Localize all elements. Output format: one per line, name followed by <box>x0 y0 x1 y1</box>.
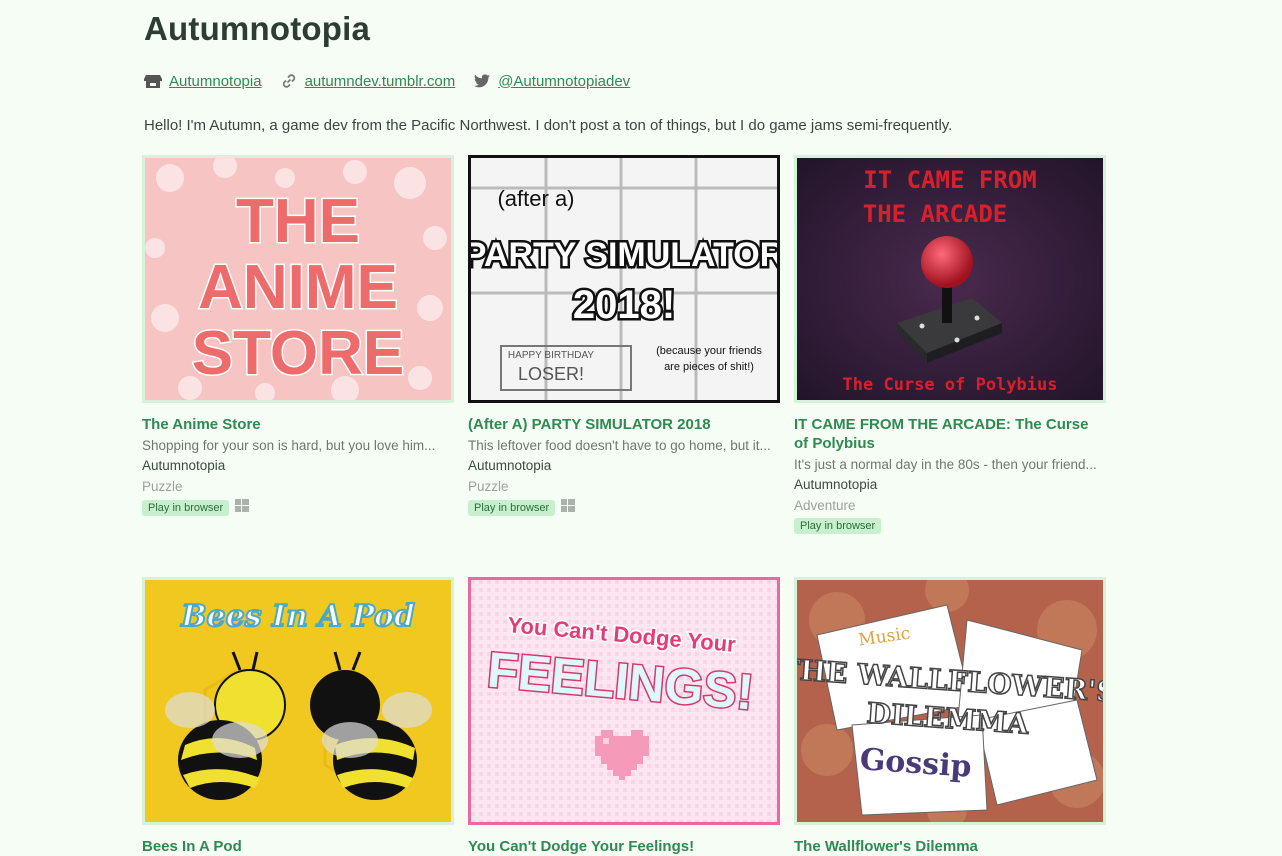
game-author[interactable]: Autumnotopia <box>794 477 1106 492</box>
wallflower-art: Music THE WALLFLOWER'S DILEMMA Gossip <box>797 580 1103 822</box>
game-card[interactable]: (after a) PARTY SIMULATOR 2018! HAPPY BI… <box>468 155 780 517</box>
twitter-icon <box>473 72 491 90</box>
profile-bio: Hello! I'm Autumn, a game dev from the P… <box>144 117 953 134</box>
game-title[interactable]: The Anime Store <box>142 415 454 434</box>
game-description: It's just a normal day in the 80s - then… <box>794 457 1097 472</box>
game-card[interactable]: You Can't Dodge Your FEELINGS! You Can't… <box>468 577 780 856</box>
game-card[interactable]: Music THE WALLFLOWER'S DILEMMA Gossip Th… <box>794 577 1106 856</box>
game-thumbnail[interactable]: Bees In A Pod <box>142 577 454 825</box>
game-title[interactable]: Bees In A Pod <box>142 837 454 856</box>
game-description: This leftover food doesn't have to go ho… <box>468 438 771 453</box>
game-title[interactable]: (After A) PARTY SIMULATOR 2018 <box>468 415 780 434</box>
game-thumbnail[interactable]: You Can't Dodge Your FEELINGS! <box>468 577 780 825</box>
art-text-line2: ANIME <box>198 253 398 322</box>
game-author[interactable]: Autumnotopia <box>142 458 454 473</box>
game-card[interactable]: Bees In A Pod Bees In A Pod <box>142 577 454 856</box>
art-text-line1: THE <box>236 187 360 256</box>
play-in-browser-badge: Play in browser <box>794 518 882 534</box>
platform-row: Play in browser <box>794 518 1106 534</box>
platform-row: Play in browser <box>142 499 454 517</box>
art-text-subtitle: (after a) <box>497 186 574 211</box>
feelings-art: You Can't Dodge Your FEELINGS! <box>471 580 777 822</box>
game-genre: Puzzle <box>142 479 183 494</box>
game-title[interactable]: You Can't Dodge Your Feelings! <box>468 837 780 856</box>
art-text-year: 2018! <box>573 283 675 327</box>
website-link-label[interactable]: autumndev.tumblr.com <box>305 73 456 90</box>
itchio-link-label[interactable]: Autumnotopia <box>169 73 262 90</box>
link-icon <box>280 72 298 90</box>
game-title[interactable]: IT CAME FROM THE ARCADE: The Curse of Po… <box>794 415 1106 453</box>
art-text-line3: The Curse of Polybius <box>843 375 1058 395</box>
art-text-note2: are pieces of shit!) <box>664 361 754 373</box>
twitter-link-label[interactable]: @Autumnotopiadev <box>498 73 630 90</box>
game-thumbnail[interactable]: THE ANIME STORE <box>142 155 454 403</box>
windows-icon <box>235 499 250 517</box>
game-card[interactable]: THE ANIME STORE The Anime Store Shopping… <box>142 155 454 517</box>
game-genre: Adventure <box>794 498 856 513</box>
game-thumbnail[interactable]: IT CAME FROM THE ARCADE The Curse of Pol… <box>794 155 1106 403</box>
anime-store-art: THE ANIME STORE <box>145 158 451 400</box>
itchio-link[interactable]: Autumnotopia <box>144 72 262 90</box>
twitter-link[interactable]: @Autumnotopiadev <box>473 72 630 90</box>
art-text-line3: STORE <box>192 319 404 388</box>
art-text-banner1: HAPPY BIRTHDAY <box>508 350 594 361</box>
game-author[interactable]: Autumnotopia <box>468 458 780 473</box>
game-genre: Puzzle <box>468 479 509 494</box>
art-text-line1: IT CAME FROM <box>863 166 1036 194</box>
party-simulator-art: (after a) PARTY SIMULATOR 2018! HAPPY BI… <box>471 158 777 400</box>
profile-links: Autumnotopia autumndev.tumblr.com @Autum… <box>144 72 648 90</box>
art-text-title: Bees In A Pod <box>180 599 415 634</box>
game-description: Shopping for your son is hard, but you l… <box>142 438 436 453</box>
game-thumbnail[interactable]: (after a) PARTY SIMULATOR 2018! HAPPY BI… <box>468 155 780 403</box>
play-in-browser-badge: Play in browser <box>468 500 556 516</box>
page-title: Autumnotopia <box>144 10 371 47</box>
art-text-note1: (because your friends <box>656 345 762 357</box>
game-thumbnail[interactable]: Music THE WALLFLOWER'S DILEMMA Gossip <box>794 577 1106 825</box>
itchio-icon <box>144 72 162 90</box>
website-link[interactable]: autumndev.tumblr.com <box>280 72 456 90</box>
arcade-art: IT CAME FROM THE ARCADE The Curse of Pol… <box>797 158 1103 400</box>
art-text-title: PARTY SIMULATOR <box>471 236 777 274</box>
platform-row: Play in browser <box>468 499 780 517</box>
game-card[interactable]: IT CAME FROM THE ARCADE The Curse of Pol… <box>794 155 1106 534</box>
game-title[interactable]: The Wallflower's Dilemma <box>794 837 1106 856</box>
bees-art: Bees In A Pod <box>145 580 451 822</box>
art-text-banner2: LOSER! <box>518 364 584 384</box>
play-in-browser-badge: Play in browser <box>142 500 230 516</box>
art-text-line2: THE ARCADE <box>863 200 1008 228</box>
windows-icon <box>561 499 576 517</box>
